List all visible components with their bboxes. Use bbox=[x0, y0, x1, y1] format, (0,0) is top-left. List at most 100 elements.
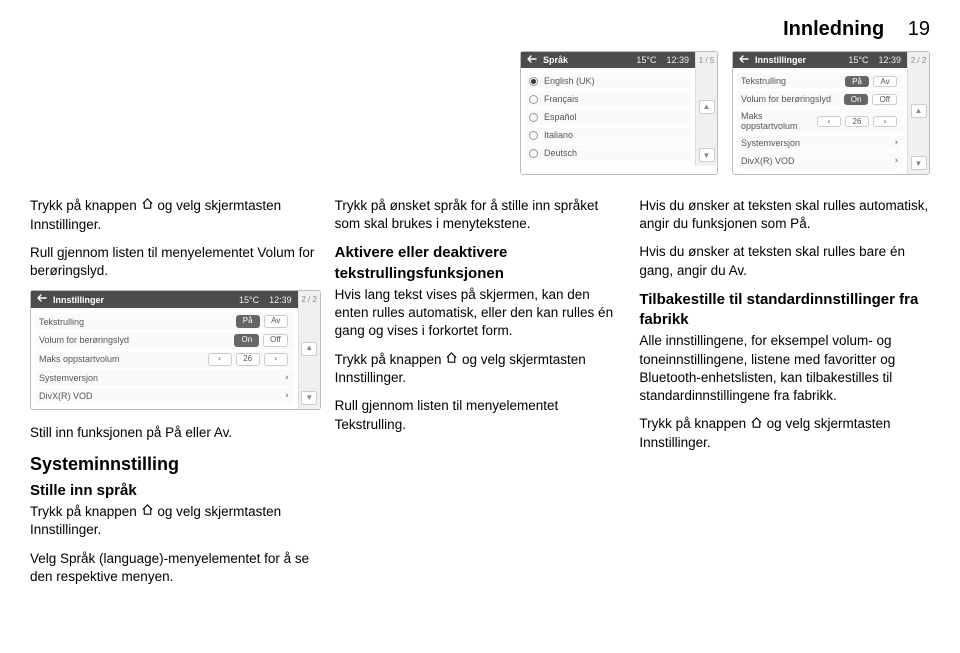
home-icon bbox=[141, 197, 154, 215]
radio-icon bbox=[529, 113, 538, 122]
screen-titlebar: Innstillinger 15°C 12:39 bbox=[733, 52, 907, 68]
toggle-on: På bbox=[845, 76, 869, 87]
stepper-value: 26 bbox=[845, 116, 869, 127]
toggle-off: Off bbox=[872, 94, 897, 105]
heading-tilbakestille: Tilbakestille til standardinnstillinger … bbox=[639, 290, 930, 331]
row-label: Maks oppstartvolum bbox=[39, 353, 206, 365]
paragraph: Alle innstillingene, for eksempel volum-… bbox=[639, 332, 930, 405]
lang-row: Deutsch bbox=[525, 145, 691, 161]
row-label: Tekstrulling bbox=[741, 76, 843, 86]
lang-label: English (UK) bbox=[544, 76, 687, 86]
text: Trykk på knappen bbox=[30, 504, 141, 519]
paragraph: Hvis du ønsker at teksten skal rulles au… bbox=[639, 197, 930, 233]
toggle-off: Av bbox=[264, 315, 288, 328]
home-icon bbox=[750, 416, 763, 434]
paragraph: Still inn funksjonen på På eller Av. bbox=[30, 424, 321, 442]
toggle-on: On bbox=[234, 334, 259, 347]
settings-row: Maks oppstartvolum‹ 26 › bbox=[737, 109, 903, 133]
screen-scrollbar: 2 / 2 ▲ ▼ bbox=[298, 291, 320, 409]
radio-icon bbox=[529, 131, 538, 140]
settings-row: Volum for berøringslydOnOff bbox=[737, 91, 903, 107]
paragraph: Trykk på knappen og velg skjermtasten In… bbox=[30, 197, 321, 234]
screen-temp: 15°C bbox=[239, 294, 259, 306]
row-label: Systemversjon bbox=[39, 372, 284, 384]
toggle-off: Av bbox=[873, 76, 897, 87]
screenshot-language-menu: Språk 15°C 12:39 English (UK) Français E… bbox=[520, 51, 718, 175]
paragraph: Hvis du ønsker at teksten skal rulles ba… bbox=[639, 243, 930, 279]
screen-titlebar: Språk 15°C 12:39 bbox=[521, 52, 695, 68]
lang-label: Español bbox=[544, 112, 687, 122]
paragraph: Trykk på knappen og velg skjermtasten In… bbox=[639, 415, 930, 452]
paragraph: Rull gjennom listen til menyelementet Te… bbox=[335, 397, 626, 433]
radio-icon bbox=[529, 77, 538, 86]
column-2: Trykk på ønsket språk for å stille inn s… bbox=[335, 197, 626, 596]
settings-row: Systemversjon› bbox=[35, 370, 294, 386]
heading-tekstrulling: Aktivere eller deaktivere tekstrullingsf… bbox=[335, 243, 626, 284]
paragraph: Trykk på knappen og velg skjermtasten In… bbox=[335, 351, 626, 388]
stepper-left-icon: ‹ bbox=[208, 353, 232, 366]
settings-row: DivX(R) VOD› bbox=[35, 388, 294, 404]
chevron-right-icon: › bbox=[894, 156, 899, 166]
page-indicator: 1 / 5 bbox=[699, 56, 715, 65]
screen-titlebar: Innstillinger 15°C 12:39 bbox=[31, 291, 298, 308]
paragraph: Trykk på ønsket språk for å stille inn s… bbox=[335, 197, 626, 233]
column-1: Trykk på knappen og velg skjermtasten In… bbox=[30, 197, 321, 596]
scroll-down-icon: ▼ bbox=[911, 156, 927, 170]
screen-temp: 15°C bbox=[636, 55, 656, 65]
text: Trykk på knappen bbox=[639, 416, 750, 431]
scroll-up-icon: ▲ bbox=[301, 342, 317, 356]
toggle-on: On bbox=[844, 94, 869, 105]
radio-icon bbox=[529, 149, 538, 158]
scroll-down-icon: ▼ bbox=[301, 391, 317, 405]
settings-row: DivX(R) VOD› bbox=[737, 153, 903, 169]
screen-scrollbar: 2 / 2 ▲ ▼ bbox=[907, 52, 929, 174]
lang-label: Deutsch bbox=[544, 148, 687, 158]
toggle-on: På bbox=[236, 315, 260, 328]
lang-label: Italiano bbox=[544, 130, 687, 140]
heading-stille-inn-sprak: Stille inn språk bbox=[30, 481, 321, 501]
row-label: Volum for berøringslyd bbox=[39, 334, 232, 346]
screen-clock: 12:39 bbox=[878, 55, 901, 65]
row-label: DivX(R) VOD bbox=[39, 390, 284, 402]
back-arrow-icon bbox=[37, 293, 47, 306]
screenshot-settings-menu: Innstillinger 15°C 12:39 TekstrullingPå A… bbox=[732, 51, 930, 175]
settings-row: Maks oppstartvolum‹ 26 › bbox=[35, 351, 294, 368]
stepper-right-icon: › bbox=[264, 353, 288, 366]
settings-row: Volum for berøringslydOn Off bbox=[35, 332, 294, 349]
scroll-up-icon: ▲ bbox=[911, 104, 927, 118]
chevron-right-icon: › bbox=[284, 372, 289, 384]
column-3: Hvis du ønsker at teksten skal rulles au… bbox=[639, 197, 930, 596]
screen-list: English (UK) Français Español Italiano D… bbox=[521, 68, 695, 166]
text: Trykk på knappen bbox=[335, 352, 446, 367]
screen-scrollbar: 1 / 5 ▲ ▼ bbox=[695, 52, 717, 166]
home-icon bbox=[445, 351, 458, 369]
back-arrow-icon bbox=[527, 54, 537, 66]
home-icon bbox=[141, 503, 154, 521]
lang-row: Español bbox=[525, 109, 691, 125]
toggle-off: Off bbox=[263, 334, 288, 347]
lang-row: Français bbox=[525, 91, 691, 107]
screen-title: Språk bbox=[543, 55, 626, 65]
settings-row: TekstrullingPåAv bbox=[35, 313, 294, 330]
settings-row: TekstrullingPå Av bbox=[737, 73, 903, 89]
heading-systeminnstilling: Systeminnstilling bbox=[30, 452, 321, 476]
stepper-right-icon: › bbox=[873, 116, 897, 127]
paragraph: Velg Språk (language)-menyelementet for … bbox=[30, 550, 321, 586]
stepper-value: 26 bbox=[236, 353, 260, 366]
row-label: DivX(R) VOD bbox=[741, 156, 894, 166]
back-arrow-icon bbox=[739, 54, 749, 66]
stepper-left-icon: ‹ bbox=[817, 116, 841, 127]
chevron-right-icon: › bbox=[894, 138, 899, 148]
settings-row: Systemversjon› bbox=[737, 135, 903, 151]
lang-row: Italiano bbox=[525, 127, 691, 143]
page-indicator: 2 / 2 bbox=[301, 295, 317, 306]
scroll-down-icon: ▼ bbox=[699, 148, 715, 162]
screen-title: Innstillinger bbox=[53, 294, 229, 306]
row-label: Maks oppstartvolum bbox=[741, 111, 815, 131]
text: Trykk på knappen bbox=[30, 198, 141, 213]
screenshot-settings-menu: Innstillinger 15°C 12:39 TekstrullingPåA… bbox=[30, 290, 321, 410]
screen-temp: 15°C bbox=[848, 55, 868, 65]
page-header: Innledning 19 bbox=[30, 18, 930, 41]
chevron-right-icon: › bbox=[284, 390, 289, 402]
paragraph: Trykk på knappen og velg skjermtasten In… bbox=[30, 503, 321, 540]
